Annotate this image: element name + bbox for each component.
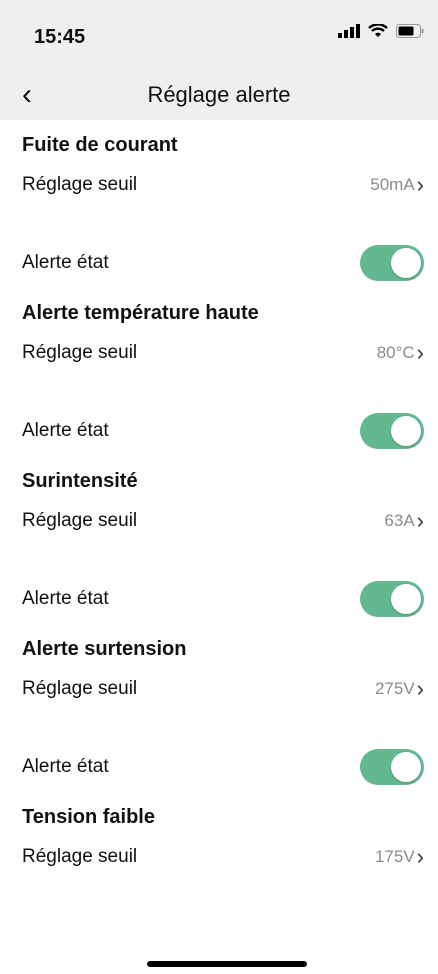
toggle-knob — [391, 416, 421, 446]
row-label: Réglage seuil — [22, 678, 138, 699]
threshold-row[interactable]: Réglage seuil 63A › — [22, 496, 424, 546]
status-time: 15:45 — [34, 26, 86, 48]
chevron-right-icon: › — [416, 844, 424, 869]
section-title: Alerte température haute — [22, 302, 259, 324]
value-text: 63A — [384, 511, 415, 530]
page-title: Réglage alerte — [147, 82, 291, 107]
value-text: 275V — [374, 679, 415, 698]
threshold-value: 50mA › — [370, 172, 424, 198]
section-title: Fuite de courant — [22, 134, 178, 156]
threshold-value: 80°C › — [377, 340, 424, 366]
state-row: Alerte état — [22, 238, 424, 288]
state-row: Alerte état — [22, 574, 424, 624]
toggle-knob — [391, 248, 421, 278]
chevron-right-icon: › — [416, 508, 424, 533]
alert-toggle[interactable] — [360, 581, 424, 617]
row-label: Alerte état — [22, 588, 109, 609]
back-button[interactable]: ‹ — [22, 80, 32, 110]
home-indicator[interactable] — [147, 961, 307, 967]
settings-list: Fuite de courant Réglage seuil 50mA › Al… — [0, 120, 438, 882]
alert-toggle[interactable] — [360, 245, 424, 281]
section-title: Alerte surtension — [22, 638, 187, 660]
threshold-row[interactable]: Réglage seuil 275V › — [22, 664, 424, 714]
value-text: 175V — [374, 847, 415, 866]
toggle-knob — [391, 584, 421, 614]
alert-toggle[interactable] — [360, 749, 424, 785]
threshold-row[interactable]: Réglage seuil 80°C › — [22, 328, 424, 378]
row-label: Alerte état — [22, 756, 109, 777]
section-title: Surintensité — [22, 470, 138, 492]
section-title: Tension faible — [22, 806, 155, 828]
threshold-value: 63A › — [384, 508, 424, 534]
row-label: Réglage seuil — [22, 174, 138, 195]
row-label: Alerte état — [22, 420, 109, 441]
value-text: 50mA — [370, 175, 415, 194]
state-row: Alerte état — [22, 742, 424, 792]
navigation-bar: ‹ Réglage alerte — [0, 70, 438, 120]
row-label: Réglage seuil — [22, 342, 138, 363]
status-bar: 15:45 — [0, 0, 438, 80]
battery-icon — [396, 24, 424, 38]
signal-icon — [338, 24, 360, 38]
value-text: 80°C — [376, 343, 415, 362]
row-label: Alerte état — [22, 252, 109, 273]
threshold-value: 175V › — [375, 844, 424, 870]
row-label: Réglage seuil — [22, 510, 138, 531]
threshold-value: 275V › — [375, 676, 424, 702]
threshold-row[interactable]: Réglage seuil 50mA › — [22, 160, 424, 210]
threshold-row[interactable]: Réglage seuil 175V › — [22, 832, 424, 882]
chevron-right-icon: › — [416, 172, 424, 197]
wifi-icon — [368, 24, 388, 37]
chevron-right-icon: › — [416, 676, 424, 701]
state-row: Alerte état — [22, 406, 424, 456]
alert-toggle[interactable] — [360, 413, 424, 449]
chevron-right-icon: › — [416, 340, 424, 365]
status-icons — [338, 24, 424, 38]
toggle-knob — [391, 752, 421, 782]
row-label: Réglage seuil — [22, 846, 138, 867]
